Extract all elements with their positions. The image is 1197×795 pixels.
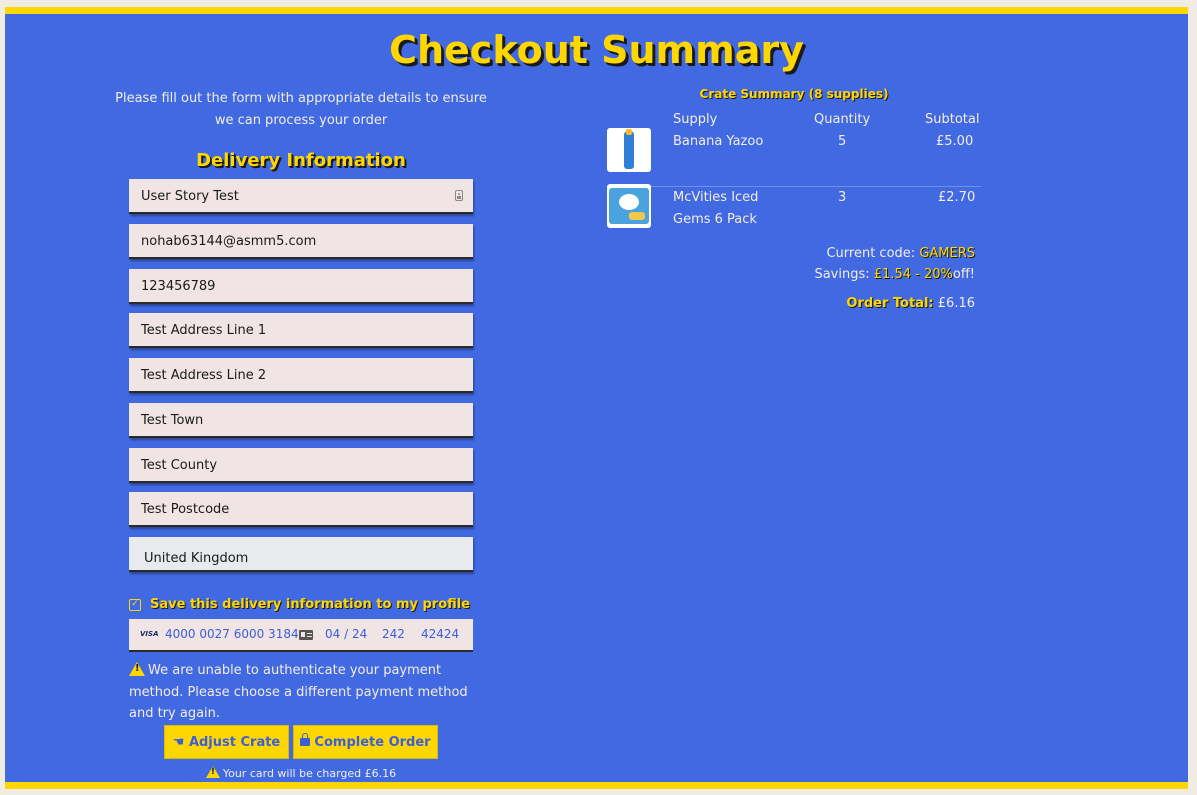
adjust-crate-button[interactable]: ☚ Adjust Crate [164,725,289,759]
visa-icon: VISA [140,630,159,638]
order-total: Order Total: £6.16 [846,296,975,311]
code-value: GAMERS [919,246,975,261]
code-label: Current code: [826,246,916,261]
discount-code: Current code: GAMERS [826,246,975,261]
lock-icon [300,733,311,746]
warning-icon [129,662,145,676]
town-field[interactable]: Test Town [129,403,473,438]
payment-error-text: We are unable to authenticate your payme… [129,663,468,721]
intro-text: Please fill out the form with appropriat… [115,91,487,128]
postcode-field[interactable]: Test Postcode [129,492,473,527]
save-info-checkbox[interactable]: ✓ [129,599,141,611]
hand-point-icon: ☚ [172,735,185,750]
card-number[interactable]: 4000 0027 6000 3184 [165,619,299,650]
address-line1-field[interactable]: Test Address Line 1 [129,313,473,348]
order-total-value: £6.16 [937,296,975,311]
yazoo-bottle-icon [607,128,651,172]
header-subtotal: Subtotal [925,112,980,127]
charge-note-text: Your card will be charged £6.16 [222,767,397,780]
delivery-heading: Delivery Information [196,150,406,171]
town-value: Test Town [141,413,204,428]
item-name-line2: Gems 6 Pack [673,212,757,227]
item-name-line1: McVities Iced [673,190,759,205]
crate-summary-title: Crate Summary (8 supplies) [699,87,889,101]
savings-label: Savings: [814,267,870,282]
card-input[interactable]: VISA 4000 0027 6000 3184 04 / 24 242 424… [129,619,473,652]
item-divider [607,186,981,187]
header-quantity: Quantity [814,112,871,127]
phone-value: 123456789 [141,279,216,294]
full-name-field[interactable]: User Story Test [129,179,473,214]
contact-card-icon [455,190,463,201]
address-line2-field[interactable]: Test Address Line 2 [129,358,473,393]
email-value: nohab63144@asmm5.com [141,234,317,249]
complete-order-label: Complete Order [314,735,431,750]
full-name-value: User Story Test [141,189,239,204]
county-value: Test County [141,458,218,473]
page-title: Checkout Summary [389,28,804,72]
savings-suffix: off! [952,267,975,282]
address-line2-value: Test Address Line 2 [141,368,267,383]
charge-note: Your card will be charged £6.16 [129,766,473,780]
item-name: Banana Yazoo [673,134,764,149]
phone-field[interactable]: 123456789 [129,269,473,304]
item-subtotal: £5.00 [936,134,974,149]
order-total-label: Order Total: [846,296,934,311]
iced-gems-pack-icon [607,184,651,228]
savings-amount: £1.54 [873,267,911,282]
country-select[interactable]: United Kingdom [129,537,473,572]
address-line1-value: Test Address Line 1 [141,323,267,338]
card-expiry[interactable]: 04 / 24 [325,619,367,650]
card-cvc[interactable]: 242 [382,619,405,650]
savings-separator: - [915,267,920,282]
country-value: United Kingdom [144,551,249,566]
postcode-value: Test Postcode [141,502,230,517]
county-field[interactable]: Test County [129,448,473,483]
adjust-crate-label: Adjust Crate [188,735,281,750]
payment-error: We are unable to authenticate your payme… [129,660,477,725]
card-postal[interactable]: 42424 [421,619,459,650]
header-supply: Supply [673,112,718,127]
savings-percent: 20% [923,267,953,282]
save-info-label: Save this delivery information to my pro… [150,597,471,612]
savings: Savings: £1.54 - 20%off! [814,267,975,282]
card-icon [299,630,313,640]
warning-icon [205,766,220,778]
item-quantity: 3 [838,190,847,205]
item-subtotal: £2.70 [938,190,976,205]
checkout-page: Checkout Summary Please fill out the for… [5,7,1188,789]
email-field[interactable]: nohab63144@asmm5.com [129,224,473,259]
complete-order-button[interactable]: Complete Order [293,725,438,759]
item-quantity: 5 [838,134,847,149]
